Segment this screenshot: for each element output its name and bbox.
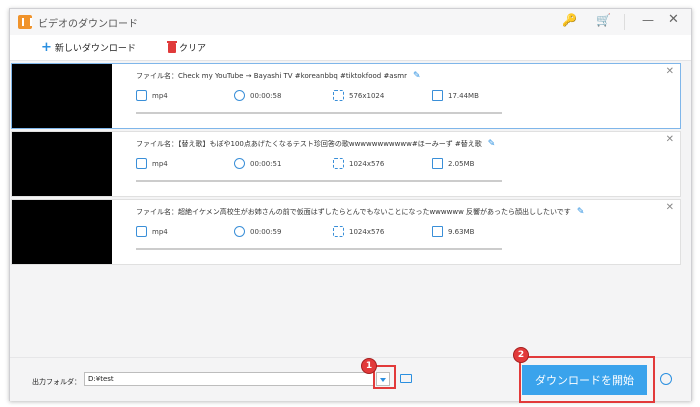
duration-value: 00:00:51 [250,159,282,168]
window-title: ビデオのダウンロード [38,19,138,30]
clock-icon [234,158,245,169]
size-info: 17.44MB [432,90,479,101]
video-thumbnail [12,64,112,128]
file-name-text: ファイル名：超絶イケメン高校生がお姉さんの前で仮面はずしたらとんでもないことにな… [136,208,571,216]
new-download-button[interactable]: + 新しいダウンロード [41,39,136,55]
format-icon [136,158,147,169]
cart-icon[interactable]: 🛒 [596,13,611,27]
edit-pencil-icon[interactable]: ✎ [577,207,585,217]
step-badge-1: 1 [361,358,377,374]
size-value: 9.63MB [448,227,475,236]
remove-item-icon[interactable]: ✕ [666,134,674,145]
duration-value: 00:00:58 [250,91,282,100]
highlight-start-button [519,356,655,403]
download-item[interactable]: ファイル名：Check my YouTube → Bayashi TV #kor… [11,63,681,129]
format-value: mp4 [152,91,168,100]
file-size-icon [432,158,443,169]
size-info: 9.63MB [432,226,474,237]
clear-label: クリア [179,44,207,54]
file-name-text: ファイル名：【替え歌】もぼや100点あげたくなるテスト珍回答の歌wwwwwwww… [136,140,482,148]
file-size-icon [432,90,443,101]
resolution-value: 1024x576 [349,227,385,236]
duration-info: 00:00:58 [234,90,281,101]
format-info: mp4 [136,90,168,101]
duration-info: 00:00:59 [234,226,281,237]
size-value: 17.44MB [448,91,479,100]
file-name: ファイル名：【替え歌】もぼや100点あげたくなるテスト珍回答の歌wwwwwwww… [136,139,495,149]
progress-bar [136,248,502,250]
download-item[interactable]: ファイル名：【替え歌】もぼや100点あげたくなるテスト珍回答の歌wwwwwwww… [11,131,681,197]
open-folder-icon[interactable] [400,374,412,383]
toolbar: + 新しいダウンロード クリア [10,35,691,61]
clear-button[interactable]: クリア [167,40,207,54]
download-item[interactable]: ファイル名：超絶イケメン高校生がお姉さんの前で仮面はずしたらとんでもないことにな… [11,199,681,265]
edit-pencil-icon[interactable]: ✎ [488,139,496,149]
file-name-text: ファイル名：Check my YouTube → Bayashi TV #kor… [136,72,407,80]
resolution-icon [333,90,344,101]
format-info: mp4 [136,226,168,237]
file-name: ファイル名：超絶イケメン高校生がお姉さんの前で仮面はずしたらとんでもないことにな… [136,207,584,217]
plus-icon: + [41,39,52,55]
download-window: ビデオのダウンロード 🔑 🛒 — ✕ + 新しいダウンロード クリア ファイル名… [9,8,692,401]
clock-icon [234,226,245,237]
alarm-clock-icon[interactable] [660,373,672,385]
download-list: ファイル名：Check my YouTube → Bayashi TV #kor… [10,61,691,357]
size-value: 2.05MB [448,159,475,168]
resolution-info: 576x1024 [333,90,384,101]
format-value: mp4 [152,227,168,236]
format-value: mp4 [152,159,168,168]
title-bar: ビデオのダウンロード 🔑 🛒 — ✕ [10,9,691,35]
remove-item-icon[interactable]: ✕ [666,66,674,77]
trash-icon [167,40,177,53]
edit-pencil-icon[interactable]: ✎ [413,71,421,81]
resolution-icon [333,226,344,237]
format-icon [136,226,147,237]
video-thumbnail [12,132,112,196]
resolution-icon [333,158,344,169]
titlebar-divider [624,14,625,30]
file-name: ファイル名：Check my YouTube → Bayashi TV #kor… [136,71,421,81]
remove-item-icon[interactable]: ✕ [666,202,674,213]
minimize-icon[interactable]: — [642,13,654,27]
output-folder-label: 出力フォルダ： [32,378,81,386]
new-download-label: 新しいダウンロード [54,44,136,54]
format-info: mp4 [136,158,168,169]
close-window-icon[interactable]: ✕ [668,12,679,27]
progress-bar [136,180,502,182]
size-info: 2.05MB [432,158,474,169]
step-badge-2: 2 [513,347,529,363]
app-icon [18,15,32,29]
resolution-info: 1024x576 [333,158,384,169]
output-folder-input[interactable] [84,372,374,386]
file-size-icon [432,226,443,237]
resolution-info: 1024x576 [333,226,384,237]
clock-icon [234,90,245,101]
format-icon [136,90,147,101]
duration-value: 00:00:59 [250,227,282,236]
video-thumbnail [12,200,112,264]
progress-bar [136,112,502,114]
duration-info: 00:00:51 [234,158,281,169]
resolution-value: 576x1024 [349,91,385,100]
key-icon[interactable]: 🔑 [562,13,577,27]
resolution-value: 1024x576 [349,159,385,168]
